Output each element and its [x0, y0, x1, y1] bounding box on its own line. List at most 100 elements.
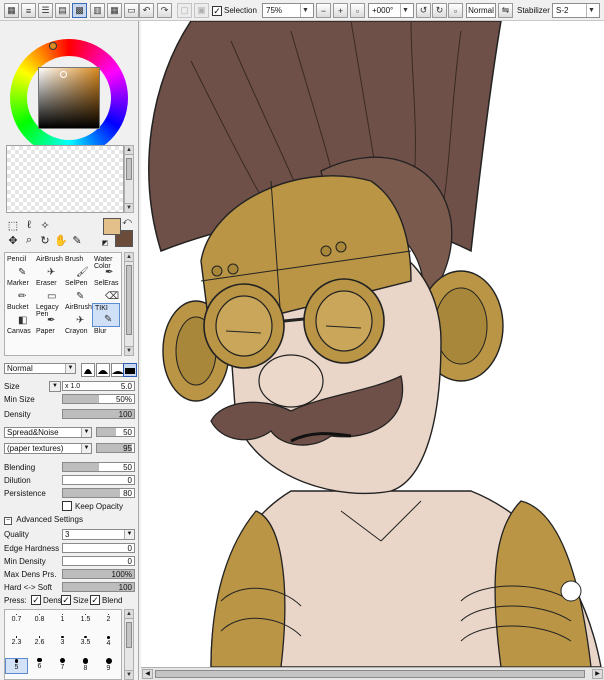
flip-button[interactable]: ⇋: [498, 3, 513, 18]
brush-shape-flat[interactable]: [123, 363, 137, 377]
size-preset[interactable]: 0.7: [5, 614, 28, 630]
size-preset[interactable]: 2.6: [28, 636, 51, 652]
tool-pencil[interactable]: Pencil ✎: [5, 255, 33, 279]
zoom-reset-button[interactable]: ▫: [350, 3, 365, 18]
rotation-select[interactable]: +000° ▼: [368, 3, 414, 18]
brush-shape-round-hard[interactable]: [81, 363, 95, 377]
scratch-pad[interactable]: [6, 145, 124, 213]
invert-selection-button[interactable]: ▣: [194, 3, 209, 18]
selection-toggle[interactable]: ✓ Selection: [212, 3, 257, 18]
list-mode-button[interactable]: ≡: [21, 3, 36, 18]
scroll-up-icon[interactable]: ▲: [125, 253, 133, 262]
size-preset[interactable]: 6: [28, 658, 51, 674]
size-presets-scrollbar[interactable]: ▲ ▼: [124, 609, 134, 680]
swap-colors-icon[interactable]: ⤺: [122, 216, 132, 226]
edge-hardness-slider[interactable]: 0: [62, 543, 135, 553]
scratch-pad-scrollbar[interactable]: ▲ ▼: [124, 145, 134, 213]
size-preset[interactable]: 9: [97, 658, 120, 674]
tool-seleras[interactable]: SelEras ⌫: [92, 279, 120, 303]
color-mode-button[interactable]: ▦: [107, 3, 122, 18]
size-preset[interactable]: 2.3: [5, 636, 28, 652]
layer-mode-button[interactable]: ☰: [38, 3, 53, 18]
scroll-down-icon[interactable]: ▼: [125, 203, 133, 212]
tool-airbrush[interactable]: AirBrush ✈: [34, 255, 63, 279]
tool-bucket[interactable]: Bucket ◧: [5, 303, 33, 327]
size-preset[interactable]: 5: [5, 658, 28, 674]
tool-crayon[interactable]: Crayon: [63, 327, 91, 351]
rotate-icon[interactable]: ↻: [38, 233, 52, 247]
brush-shape-medium[interactable]: [96, 363, 110, 377]
rotate-reset-button[interactable]: ▫: [448, 3, 463, 18]
size-slider[interactable]: x 1.0 5.0: [62, 381, 135, 391]
density-slider[interactable]: 100: [62, 409, 135, 419]
tool-canvas[interactable]: Canvas: [5, 327, 33, 351]
size-preset[interactable]: 8: [74, 658, 97, 674]
zoom-out-button[interactable]: −: [316, 3, 331, 18]
zoom-in-button[interactable]: +: [333, 3, 348, 18]
selection-checkbox[interactable]: ✓: [212, 5, 222, 16]
press-size-checkbox[interactable]: ✓: [61, 595, 71, 605]
tool-water-color[interactable]: Water Color ✒: [92, 255, 120, 279]
rect-select-icon[interactable]: ⬚: [6, 218, 20, 232]
blending-slider[interactable]: 50: [62, 462, 135, 472]
size-preset[interactable]: 3: [51, 636, 74, 652]
tool-airbrush[interactable]: AirBrush ✈: [63, 303, 92, 327]
rotate-left-button[interactable]: ↺: [416, 3, 431, 18]
deselect-button[interactable]: ▢: [177, 3, 192, 18]
advanced-settings-header[interactable]: − Advanced Settings: [4, 515, 83, 525]
collapse-icon[interactable]: −: [4, 517, 12, 525]
texture2-select[interactable]: (paper textures) ▼: [4, 443, 92, 454]
scroll-thumb[interactable]: [126, 622, 132, 648]
zoom-select[interactable]: 75% ▼: [262, 3, 314, 18]
tool-marker[interactable]: Marker ✏: [5, 279, 33, 303]
saturation-value-square[interactable]: [38, 67, 100, 129]
scroll-down-icon[interactable]: ▼: [125, 346, 133, 355]
scroll-right-icon[interactable]: ▶: [592, 669, 603, 679]
tool-selpen[interactable]: SelPen ✎: [63, 279, 91, 303]
palette-mode-button[interactable]: ▩: [72, 3, 87, 18]
layout-mode-button[interactable]: ▥: [90, 3, 105, 18]
size-preset[interactable]: 1.5: [74, 614, 97, 630]
tool-blur[interactable]: Blur: [92, 327, 120, 351]
quality-select[interactable]: 3 ▼: [62, 529, 135, 540]
hard-soft-slider[interactable]: 100: [62, 582, 135, 592]
texture1-slider[interactable]: 50: [96, 427, 135, 437]
foreground-color-swatch[interactable]: [103, 218, 121, 235]
tool-brush[interactable]: Brush 🖌: [63, 255, 91, 279]
sv-handle[interactable]: [60, 71, 67, 78]
size-multiplier-button[interactable]: ▼: [49, 381, 61, 392]
texture2-slider[interactable]: 95: [96, 443, 135, 453]
move-icon[interactable]: ✥: [6, 233, 20, 247]
eyedropper-icon[interactable]: ✎: [70, 233, 84, 247]
swatch-mode-button[interactable]: ▤: [55, 3, 70, 18]
reset-colors-icon[interactable]: ◩: [100, 238, 110, 248]
min-density-slider[interactable]: 0: [62, 556, 135, 566]
tool-paper[interactable]: Paper: [34, 327, 62, 351]
scroll-thumb[interactable]: [126, 158, 132, 180]
zoom-icon[interactable]: ⌕: [22, 233, 36, 247]
press-blend-checkbox[interactable]: ✓: [90, 595, 100, 605]
size-preset[interactable]: 7: [51, 658, 74, 674]
hue-ring-handle[interactable]: [49, 42, 57, 50]
stabilizer-select[interactable]: S-2 ▼: [552, 3, 600, 18]
magic-wand-icon[interactable]: ✧: [38, 218, 52, 232]
scroll-left-icon[interactable]: ◀: [142, 669, 153, 679]
brush-blend-select[interactable]: Normal ▼: [4, 363, 76, 374]
size-preset[interactable]: 2: [97, 614, 120, 630]
redo-button[interactable]: ↷: [157, 3, 172, 18]
canvas-horizontal-scrollbar[interactable]: ◀ ▶: [141, 667, 604, 680]
texture1-select[interactable]: Spread&Noise ▼: [4, 427, 92, 438]
drawing-canvas[interactable]: [141, 21, 604, 667]
keep-opacity-checkbox[interactable]: [62, 501, 72, 511]
size-preset[interactable]: 4: [97, 636, 120, 652]
scroll-thumb[interactable]: [155, 670, 585, 678]
undo-button[interactable]: ↶: [139, 3, 154, 18]
tool-legacy-pen[interactable]: Legacy Pen ✒: [34, 303, 62, 327]
hand-icon[interactable]: ✋: [54, 233, 68, 247]
tool-grid-scrollbar[interactable]: ▲ ▼: [124, 252, 134, 356]
view-mode-button[interactable]: ▭: [124, 3, 139, 18]
tool-tiki[interactable]: TIKI ✎: [92, 303, 120, 327]
scroll-up-icon[interactable]: ▲: [125, 610, 133, 619]
rotate-right-button[interactable]: ↻: [432, 3, 447, 18]
scroll-thumb[interactable]: [126, 265, 132, 335]
